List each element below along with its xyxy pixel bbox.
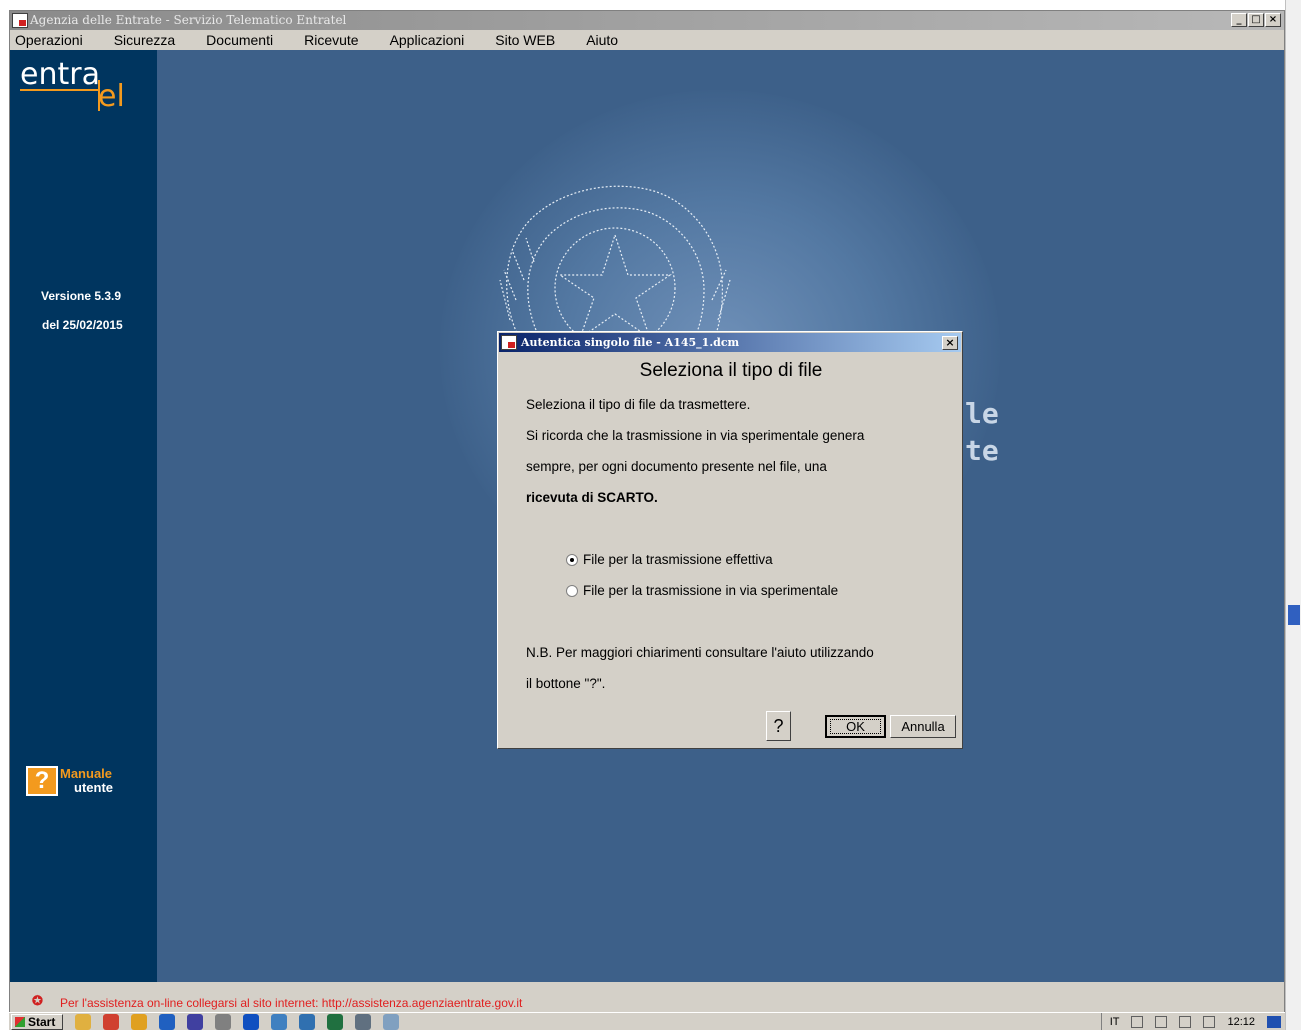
logo-text-bottom: el bbox=[98, 79, 125, 114]
dialog-titlebar: Autentica singolo file - A145_1.dcm × bbox=[499, 333, 961, 352]
background-text: le te bbox=[965, 395, 999, 469]
dialog-note-1: N.B. Per maggiori chiarimenti consultare… bbox=[526, 645, 874, 660]
file-type-dialog: Autentica singolo file - A145_1.dcm × Se… bbox=[497, 331, 963, 749]
menu-operazioni[interactable]: Operazioni bbox=[10, 30, 89, 50]
manual-sublabel: utente bbox=[74, 780, 113, 795]
window-titlebar: Agenzia delle Entrate - Servizio Telemat… bbox=[10, 11, 1284, 30]
manual-label: Manuale bbox=[60, 766, 113, 781]
maximize-button[interactable]: □ bbox=[1248, 13, 1264, 27]
language-indicator[interactable]: IT bbox=[1110, 1016, 1120, 1028]
window-title: Agenzia delle Entrate - Servizio Telemat… bbox=[30, 13, 347, 27]
radio-label: File per la trasmissione effettiva bbox=[583, 552, 773, 567]
radio-label: File per la trasmissione in via sperimen… bbox=[583, 583, 839, 598]
logo-text-top: entra bbox=[20, 57, 100, 92]
menu-ricevute[interactable]: Ricevute bbox=[298, 30, 364, 50]
minimize-button[interactable]: _ bbox=[1231, 13, 1247, 27]
gear-icon[interactable] bbox=[299, 1014, 315, 1030]
show-desktop-icon[interactable] bbox=[1267, 1016, 1281, 1028]
outlook-icon[interactable] bbox=[131, 1014, 147, 1030]
radio-button[interactable] bbox=[566, 553, 578, 566]
quick-launch bbox=[75, 1014, 399, 1030]
dialog-title: Autentica singolo file - A145_1.dcm bbox=[521, 336, 740, 349]
dialog-text-2: Si ricorda che la trasmissione in via sp… bbox=[526, 428, 865, 443]
menu-applicazioni[interactable]: Applicazioni bbox=[384, 30, 471, 50]
shield-icon[interactable] bbox=[271, 1014, 287, 1030]
status-bar: ✪ Per l'assistenza on-line collegarsi al… bbox=[10, 982, 1284, 1016]
flag-icon[interactable] bbox=[1155, 1016, 1168, 1028]
paint-icon[interactable] bbox=[215, 1014, 231, 1030]
ie-icon[interactable] bbox=[243, 1014, 259, 1030]
ok-button[interactable]: OK bbox=[825, 715, 886, 738]
menu-bar: Operazioni Sicurezza Documenti Ricevute … bbox=[10, 30, 1284, 50]
tool-icon[interactable] bbox=[187, 1014, 203, 1030]
window-icon[interactable] bbox=[355, 1014, 371, 1030]
republic-emblem bbox=[499, 185, 731, 349]
version-label: Versione 5.3.9 bbox=[41, 289, 122, 303]
dialog-text-3: sempre, per ogni documento presente nel … bbox=[526, 459, 827, 474]
dialog-app-icon bbox=[501, 335, 517, 350]
background-text-line2: te bbox=[965, 434, 999, 467]
version-date: del 25/02/2015 bbox=[42, 318, 123, 332]
dialog-heading: Seleziona il tipo di file bbox=[639, 360, 823, 381]
background-text-line1: le bbox=[965, 397, 999, 430]
clock[interactable]: 12:12 bbox=[1227, 1016, 1255, 1028]
entratel-logo: entra el bbox=[20, 60, 140, 120]
folder-icon[interactable] bbox=[75, 1014, 91, 1030]
background-window-marker bbox=[1288, 605, 1300, 625]
menu-sicurezza[interactable]: Sicurezza bbox=[108, 30, 181, 50]
help-button[interactable]: ? bbox=[766, 711, 791, 741]
lifebuoy-icon: ✪ bbox=[32, 993, 43, 1008]
radio-button[interactable] bbox=[566, 584, 578, 597]
network-icon[interactable] bbox=[1179, 1016, 1192, 1028]
chrome-icon[interactable] bbox=[103, 1014, 119, 1030]
dialog-close-button[interactable]: × bbox=[942, 336, 958, 350]
cancel-button[interactable]: Annulla bbox=[890, 715, 956, 738]
start-button[interactable]: Start bbox=[11, 1014, 63, 1030]
taskbar: Start IT 12:12 bbox=[9, 1012, 1285, 1030]
app-icon bbox=[12, 13, 28, 28]
close-button[interactable]: × bbox=[1265, 13, 1281, 27]
user-manual-link[interactable]: ? Manuale utente bbox=[26, 766, 136, 802]
volume-icon[interactable] bbox=[1203, 1016, 1216, 1028]
dialog-text-4: ricevuta di SCARTO. bbox=[526, 490, 658, 505]
safari-icon[interactable] bbox=[159, 1014, 175, 1030]
menu-aiuto[interactable]: Aiuto bbox=[580, 30, 624, 50]
excel-icon[interactable] bbox=[327, 1014, 343, 1030]
mail-icon[interactable] bbox=[383, 1014, 399, 1030]
menu-sito-web[interactable]: Sito WEB bbox=[489, 30, 561, 50]
help-icon: ? bbox=[26, 766, 58, 796]
menu-documenti[interactable]: Documenti bbox=[200, 30, 279, 50]
sidebar: entra el Versione 5.3.9 del 25/02/2015 ?… bbox=[10, 50, 157, 982]
radio-option-effettiva[interactable]: File per la trasmissione effettiva bbox=[566, 552, 773, 567]
radio-option-sperimentale[interactable]: File per la trasmissione in via sperimen… bbox=[566, 583, 838, 598]
dialog-text-1: Seleziona il tipo di file da trasmettere… bbox=[526, 397, 751, 412]
tray-arrow-icon[interactable] bbox=[1131, 1016, 1144, 1028]
support-link[interactable]: Per l'assistenza on-line collegarsi al s… bbox=[60, 996, 522, 1010]
logo-underline bbox=[20, 89, 100, 91]
background-window-edge bbox=[1285, 0, 1301, 1030]
system-tray: IT 12:12 bbox=[1100, 1013, 1281, 1030]
dialog-note-2: il bottone "?". bbox=[526, 676, 606, 691]
